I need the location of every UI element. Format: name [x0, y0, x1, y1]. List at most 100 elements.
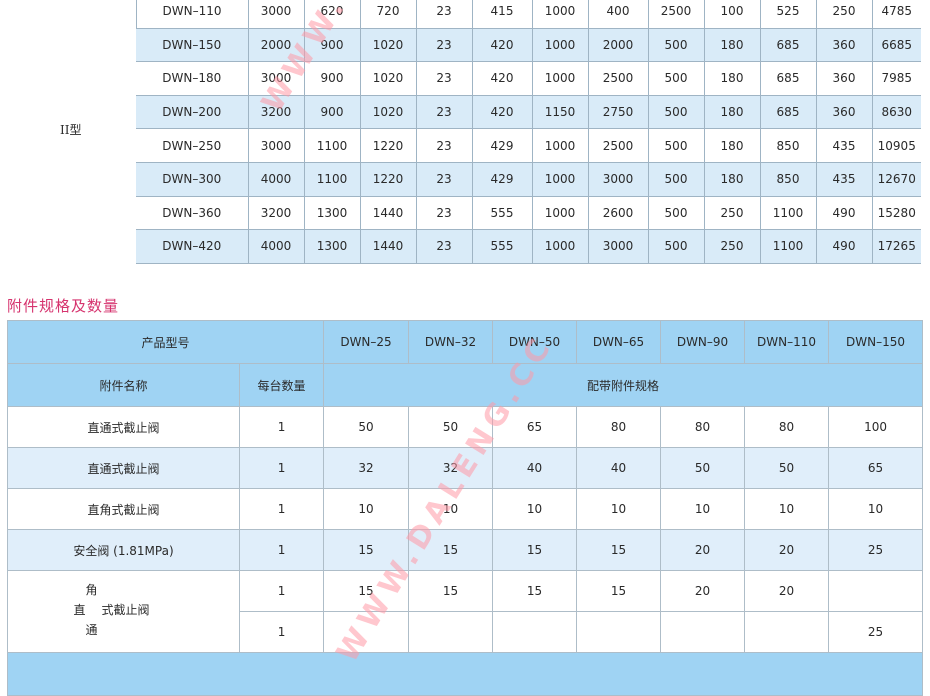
value-cell: 1220 [359, 161, 416, 197]
value-cell: 1100 [759, 229, 816, 264]
value-cell: 900 [303, 61, 360, 96]
value-cell: 1020 [359, 94, 416, 129]
value-cell: 180 [703, 27, 760, 62]
value-cell: 555 [471, 195, 532, 230]
specification-table: II型 DWN–110 3000 620 720 23 415 1000 400 2500 100 5… [6, 0, 921, 264]
value-cell: 1220 [359, 128, 416, 163]
spec-row: DWN–300 4000 1100 1220 23 429 1000 3000 500 180 85… [6, 161, 921, 197]
model-cell: DWN–180 [136, 61, 248, 96]
spec-cell: 32 [323, 447, 410, 489]
value-cell: 685 [759, 94, 816, 129]
spec-cell [576, 611, 662, 653]
model-header-row: 产品型号 DWN–25 DWN–32 DWN–50 DWN–65 DWN–90 … [6, 320, 924, 364]
qty-cell: 1 [238, 570, 325, 612]
spec-row: DWN–200 3200 900 1020 23 420 1150 2750 500 180 685… [6, 94, 921, 129]
spec-cell: 10 [744, 488, 830, 530]
value-cell: 1440 [359, 195, 416, 230]
angle-label-top: 角 [85, 583, 98, 597]
spec-cell: 10 [660, 488, 746, 530]
model-cell: DWN–250 [136, 128, 248, 163]
product-model-label: 产品型号 [6, 320, 325, 364]
value-cell: 1000 [531, 195, 588, 230]
spec-row: DWN–420 4000 1300 1440 23 555 1000 3000 500 250 11… [6, 229, 921, 264]
value-cell: 1000 [531, 0, 588, 29]
value-cell: 250 [703, 195, 760, 230]
value-cell: 2500 [587, 61, 648, 96]
section-title: 附件规格及数量 [7, 297, 120, 315]
value-cell: 250 [703, 229, 760, 264]
value-cell: 4000 [247, 229, 304, 264]
value-cell: 23 [415, 94, 472, 129]
value-cell: 3200 [247, 195, 304, 230]
value-cell: 420 [471, 61, 532, 96]
spec-cell: 10 [323, 488, 410, 530]
value-cell: 1100 [759, 195, 816, 230]
model-header-cell: DWN–50 [492, 320, 578, 364]
value-cell: 490 [815, 195, 872, 230]
spec-cell: 50 [408, 406, 494, 448]
model-header-cell: DWN–150 [828, 320, 924, 364]
accessory-name-cell: 安全阀 (1.81MPa) [7, 529, 240, 571]
spec-cell: 15 [576, 570, 662, 612]
accessory-name-cell: 直通式截止阀 [7, 447, 240, 489]
spec-row: DWN–150 2000 900 1020 23 420 1000 2000 500 180 685… [6, 27, 921, 62]
value-cell: 2500 [587, 128, 648, 163]
model-header-cell: DWN–32 [408, 320, 494, 364]
value-cell: 23 [415, 128, 472, 163]
value-cell: 900 [303, 94, 360, 129]
value-cell: 500 [647, 94, 704, 129]
value-cell: 3000 [247, 128, 304, 163]
spec-cell: 65 [492, 406, 578, 448]
value-cell: 4000 [247, 161, 304, 197]
value-cell: 490 [815, 229, 872, 264]
spec-cell: 10 [576, 488, 662, 530]
spec-cell: 15 [323, 529, 410, 571]
value-cell: 555 [471, 229, 532, 264]
accessory-name-cell: 直角式截止阀 [7, 488, 240, 530]
value-cell: 17265 [871, 229, 921, 264]
value-cell: 500 [647, 195, 704, 230]
spec-cell: 15 [323, 570, 410, 612]
value-cell: 500 [647, 229, 704, 264]
value-cell: 23 [415, 0, 472, 29]
value-cell: 1300 [303, 229, 360, 264]
angle-label-suffix: 式截止阀 [101, 603, 150, 617]
accessory-row: 安全阀 (1.81MPa) 1 15 15 15 15 20 20 25 [7, 529, 924, 571]
value-cell: 2000 [587, 27, 648, 62]
value-cell: 720 [359, 0, 416, 29]
value-cell: 1150 [531, 94, 588, 129]
spec-cell: 20 [744, 529, 830, 571]
value-cell: 180 [703, 61, 760, 96]
value-cell: 435 [815, 161, 872, 197]
value-cell: 360 [815, 94, 872, 129]
value-cell: 1000 [531, 61, 588, 96]
quantity-header: 每台数量 [238, 363, 325, 407]
accessory-row: 直角式截止阀 1 10 10 10 10 10 10 10 [7, 488, 924, 530]
spec-cell: 15 [576, 529, 662, 571]
value-cell: 900 [303, 27, 360, 62]
spec-cell: 15 [492, 570, 578, 612]
column-header-row: 附件名称 每台数量 配带附件规格 [7, 363, 924, 407]
spec-cell [492, 611, 578, 653]
value-cell: 3200 [247, 94, 304, 129]
value-cell: 1000 [531, 161, 588, 197]
value-cell: 23 [415, 229, 472, 264]
spec-cell: 65 [828, 447, 924, 489]
value-cell: 180 [703, 161, 760, 197]
model-cell: DWN–110 [135, 0, 248, 29]
value-cell: 23 [415, 27, 472, 62]
spec-header: 配带附件规格 [323, 363, 924, 407]
value-cell: 415 [471, 0, 532, 29]
model-header-cell: DWN–25 [323, 320, 410, 364]
value-cell: 620 [303, 0, 360, 29]
value-cell: 1300 [303, 195, 360, 230]
value-cell: 2750 [587, 94, 648, 129]
angle-valve-name-cell: 角 直 通 式截止阀 [7, 570, 240, 653]
value-cell: 1020 [359, 27, 416, 62]
value-cell: 850 [759, 161, 816, 197]
value-cell: 1000 [531, 128, 588, 163]
spec-cell [323, 611, 410, 653]
spec-cell: 10 [828, 488, 924, 530]
spec-row: DWN–360 3200 1300 1440 23 555 1000 2600 500 250 11… [6, 195, 921, 230]
value-cell: 23 [415, 195, 472, 230]
